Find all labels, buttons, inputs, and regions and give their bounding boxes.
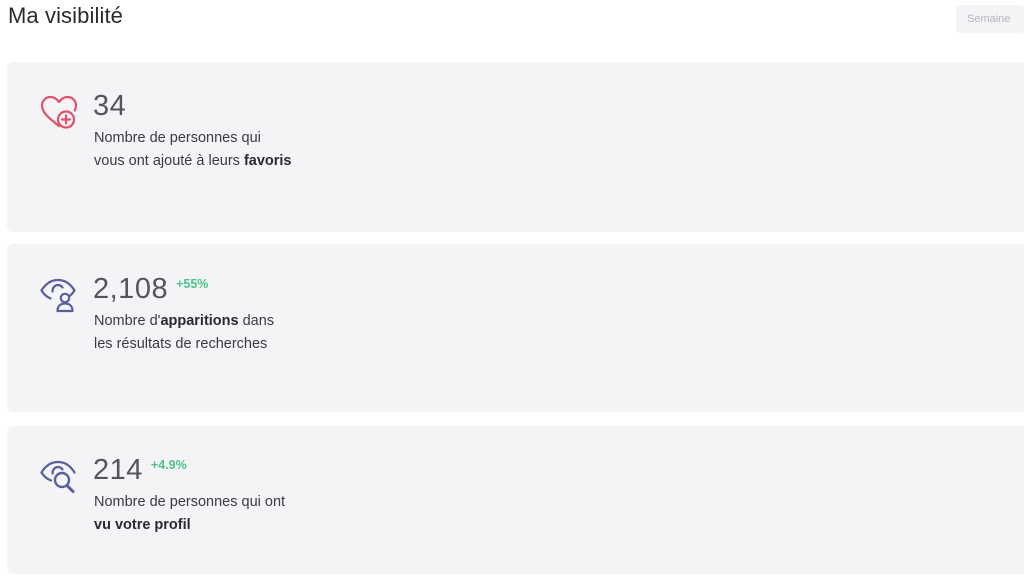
page-header: Ma visibilité Semaine <box>0 0 1024 48</box>
appearances-count: 2,108 <box>93 273 169 305</box>
appearances-change-badge: +55% <box>176 277 209 291</box>
appearances-description-bold: apparitions <box>160 313 239 329</box>
favorites-metric: 34 <box>93 88 126 124</box>
favorites-description-bold: favoris <box>243 152 292 169</box>
eye-user-icon <box>39 274 79 314</box>
profile-views-description-bold: vu votre profil <box>94 516 191 533</box>
appearances-description: Nombre d'apparitions dans les résultats … <box>94 310 294 355</box>
appearances-card: 2,108 +55% Nombre d'apparitions dans les… <box>7 244 1024 412</box>
page-title: Ma visibilité <box>8 3 123 28</box>
profile-views-card: 214 +4.9% Nombre de personnes qui ont vu… <box>7 426 1024 574</box>
profile-views-description: Nombre de personnes qui ont vu votre pro… <box>94 491 294 536</box>
favorites-card: 34 Nombre de personnes qui vous ont ajou… <box>7 62 1024 232</box>
visibility-page: Ma visibilité Semaine 34 Nombre de perso… <box>0 0 1024 576</box>
eye-search-icon <box>39 456 79 496</box>
profile-views-count: 214 <box>93 454 143 486</box>
favorites-description-text: Nombre de personnes qui vous ont ajouté … <box>94 130 261 169</box>
profile-views-metric: 214 +4.9% <box>93 452 187 488</box>
heart-plus-icon <box>39 93 79 133</box>
favorites-count: 34 <box>93 90 127 122</box>
profile-views-change-badge: +4.9% <box>150 458 187 472</box>
favorites-description: Nombre de personnes qui vous ont ajouté … <box>94 127 294 172</box>
profile-views-description-text: Nombre de personnes qui ont <box>94 494 286 510</box>
appearances-metric: 2,108 +55% <box>93 271 208 307</box>
period-select-button[interactable]: Semaine <box>956 5 1024 33</box>
appearances-description-text: Nombre d' <box>94 313 161 329</box>
